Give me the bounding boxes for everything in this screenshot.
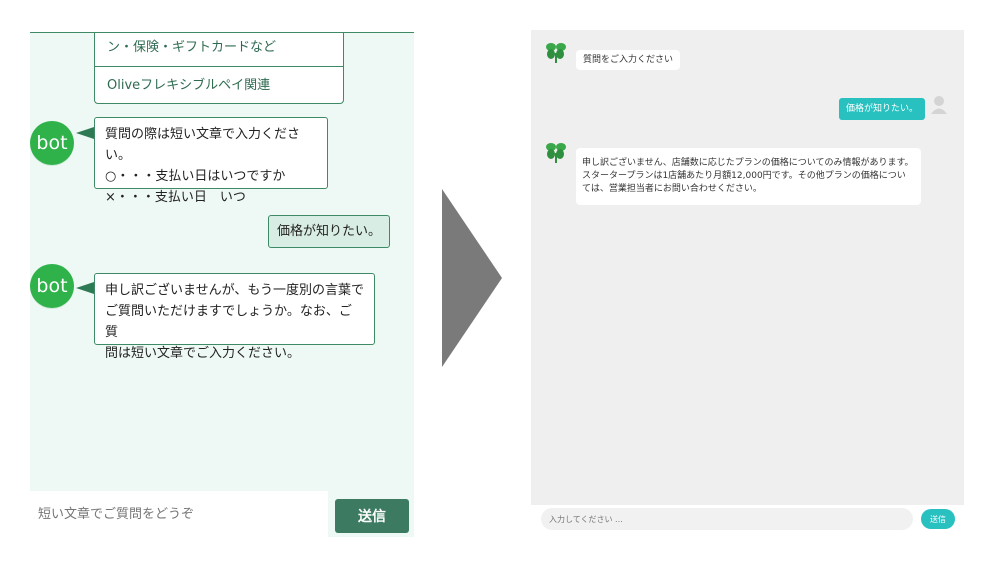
input-bar: 送信	[531, 505, 964, 533]
message-input[interactable]	[541, 508, 913, 530]
user-avatar-icon	[931, 96, 947, 114]
bot-message: 申し訳ございません、店舗数に応じたプランの価格についてのみ情報があります。 スタ…	[576, 148, 921, 205]
bot-message-2: 申し訳ございませんが、もう一度別の言葉で ご質問いただけますでしょうか。なお、ご…	[94, 273, 375, 361]
arrow-right-icon	[442, 189, 502, 367]
question-input[interactable]	[30, 491, 328, 537]
bot-message-1: 質問の際は短い文章で入力ください。 ○・・・支払い日はいつですか ×・・・支払い…	[94, 117, 328, 205]
send-button[interactable]: 送信	[335, 499, 409, 533]
message-line: スタータープランは1店舗あたり月額12,000円です。その他プランの価格につい	[582, 171, 906, 181]
message-line: 問は短い文章でご入力ください。	[105, 346, 301, 361]
message-line: ご質問いただけますでしょうか。なお、ご質	[105, 304, 352, 340]
option-olive-flexible-pay[interactable]: Oliveフレキシブルペイ関連	[94, 66, 344, 104]
message-line: 質問の際は短い文章で入力ください。	[105, 127, 301, 163]
clover-icon	[546, 43, 566, 63]
after-chat-panel: 質問をご入力ください 価格が知りたい。 申し訳ございません、店舗数に応じたプラン…	[531, 30, 964, 505]
bot-avatar: bot	[30, 264, 74, 308]
send-button[interactable]: 送信	[921, 509, 955, 529]
option-insurance-giftcard[interactable]: ン・保険・ギフトカードなど	[94, 33, 344, 67]
message-line: 申し訳ございませんが、もう一度別の言葉で	[105, 283, 364, 298]
bubble-tail	[76, 282, 94, 294]
bot-greeting: 質問をご入力ください	[576, 50, 681, 70]
message-line: ○・・・支払い日はいつですか	[105, 169, 286, 184]
message-line: ×・・・支払い日 いつ	[105, 190, 246, 205]
message-line: 申し訳ございません、店舗数に応じたプランの価格についてのみ情報があります。	[582, 158, 914, 168]
clover-icon	[546, 143, 566, 163]
bubble-tail	[76, 127, 94, 139]
message-line: ては、営業担当者にお問い合わせください。	[582, 184, 762, 194]
before-chat-panel: ン・保険・ギフトカードなど Oliveフレキシブルペイ関連 bot 質問の際は短…	[30, 32, 414, 537]
bot-avatar: bot	[30, 121, 74, 165]
user-message: 価格が知りたい。	[268, 215, 390, 248]
user-message: 価格が知りたい。	[839, 98, 926, 120]
